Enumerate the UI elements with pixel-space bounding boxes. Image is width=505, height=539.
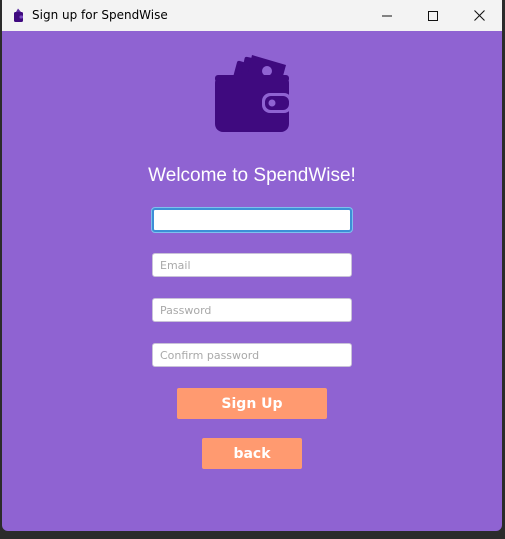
welcome-heading: Welcome to SpendWise! xyxy=(148,165,356,186)
confirm-password-field[interactable] xyxy=(152,343,352,367)
maximize-icon xyxy=(428,10,438,21)
username-field[interactable] xyxy=(152,208,352,232)
password-field[interactable] xyxy=(152,298,352,322)
minimize-button[interactable] xyxy=(364,0,410,31)
window-title: Sign up for SpendWise xyxy=(32,8,168,22)
signup-window: Sign up for SpendWise Welcome to SpendWi… xyxy=(2,0,502,531)
close-button[interactable] xyxy=(456,0,502,31)
signup-button[interactable]: Sign Up xyxy=(177,388,327,419)
email-field[interactable] xyxy=(152,253,352,277)
close-icon xyxy=(473,10,485,21)
wallet-with-cash-icon xyxy=(212,51,292,133)
back-button[interactable]: back xyxy=(202,438,302,469)
minimize-icon xyxy=(382,11,392,21)
wallet-icon xyxy=(12,8,24,23)
title-bar[interactable]: Sign up for SpendWise xyxy=(2,0,502,31)
signup-button-label: Sign Up xyxy=(221,395,283,412)
maximize-button[interactable] xyxy=(410,0,456,31)
back-button-label: back xyxy=(233,445,271,462)
